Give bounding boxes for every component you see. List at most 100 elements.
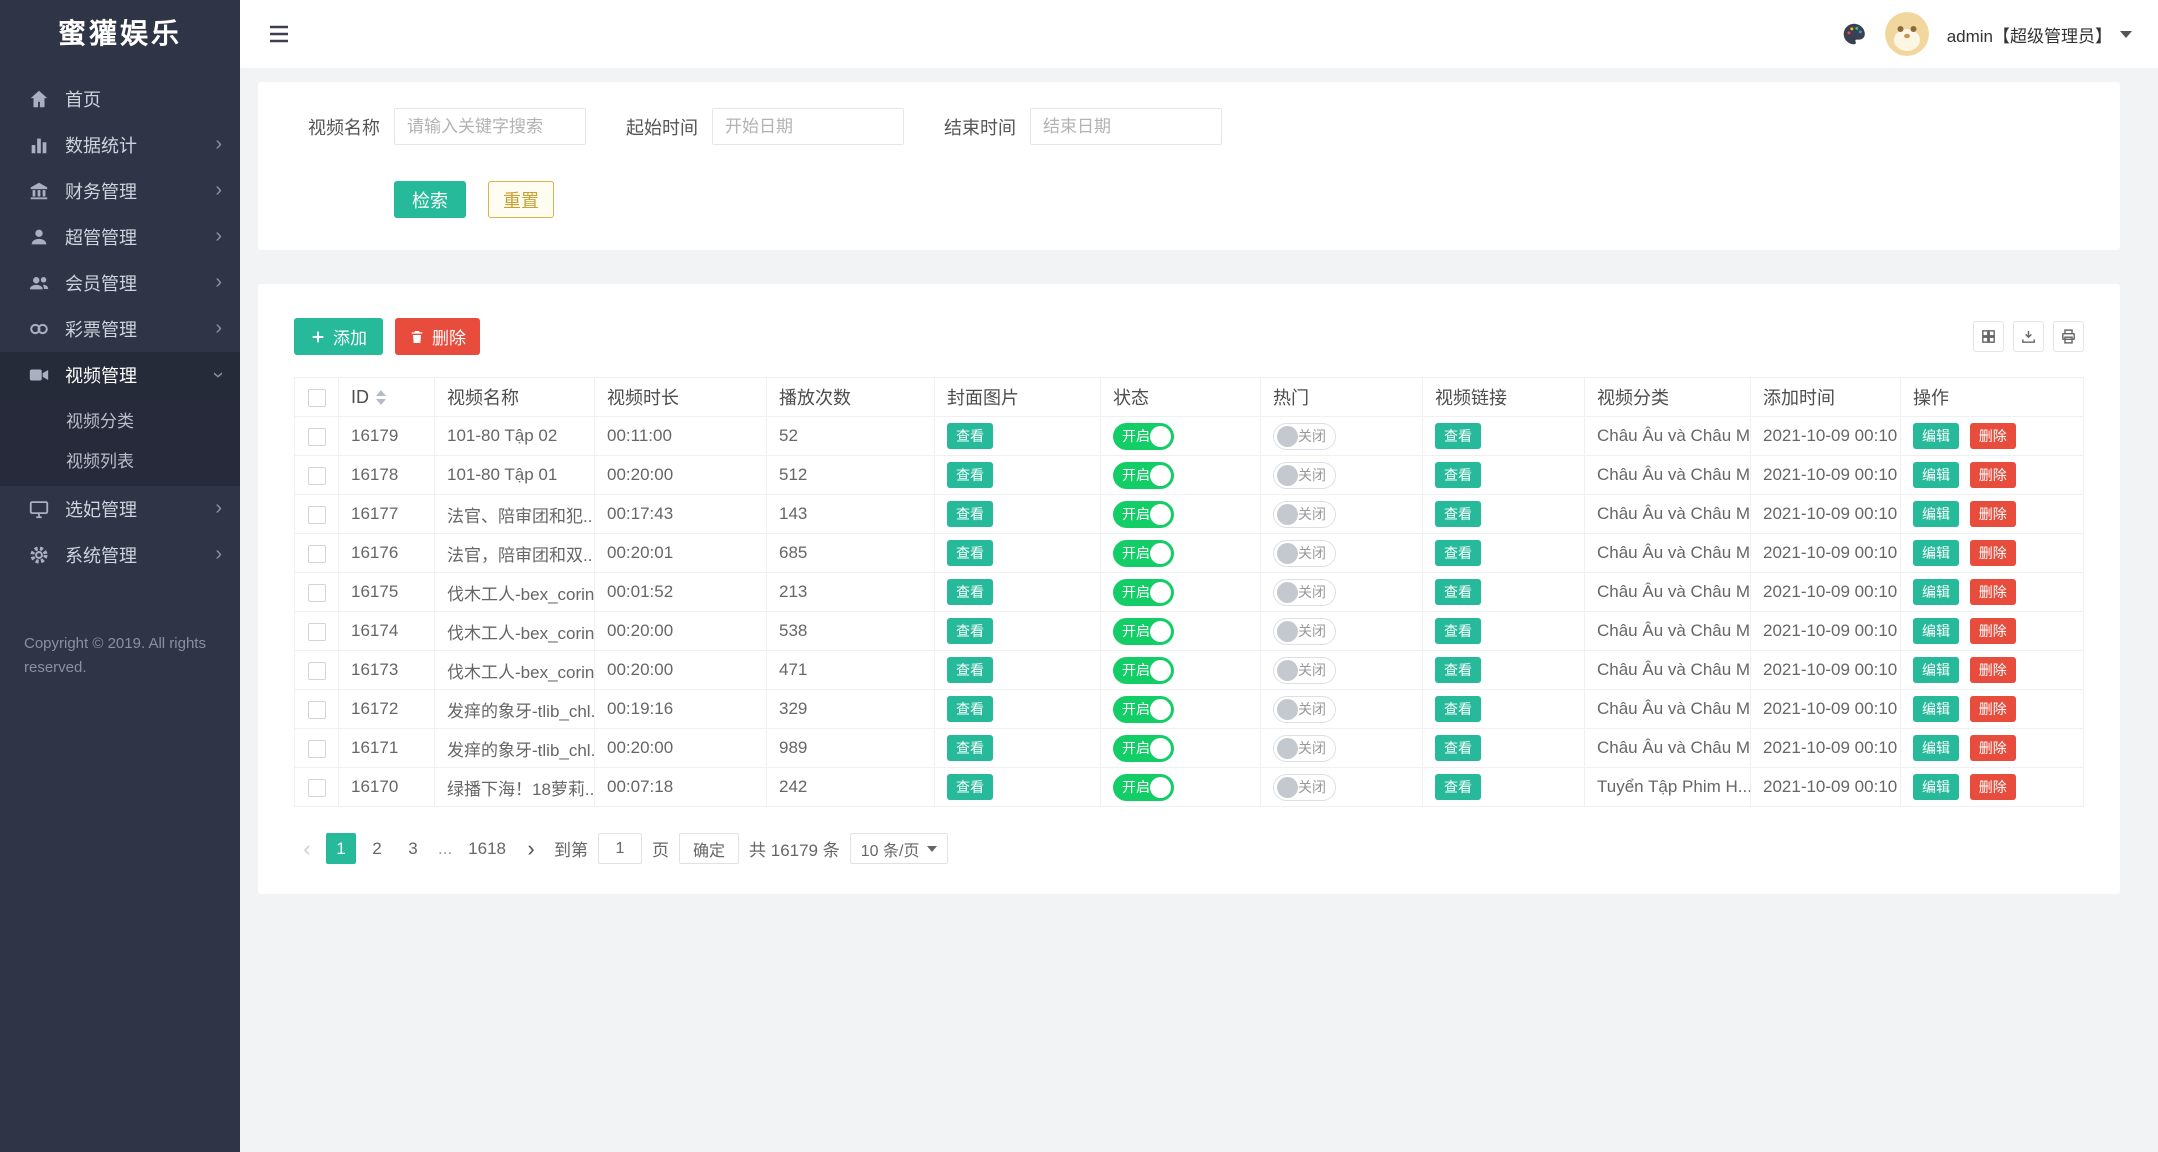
sidebar-subitem-video-category[interactable]: 视频分类 bbox=[0, 402, 240, 442]
view-link-button[interactable]: 查看 bbox=[1435, 501, 1481, 527]
view-link-button[interactable]: 查看 bbox=[1435, 462, 1481, 488]
hot-toggle[interactable]: 关闭 bbox=[1273, 422, 1336, 450]
theme-palette-icon[interactable] bbox=[1841, 21, 1867, 47]
delete-button[interactable]: 删除 bbox=[1969, 618, 2016, 644]
edit-button[interactable]: 编辑 bbox=[1913, 423, 1959, 449]
view-link-button[interactable]: 查看 bbox=[1435, 540, 1481, 566]
view-link-button[interactable]: 查看 bbox=[1435, 696, 1481, 722]
prev-page-button[interactable]: ‹ bbox=[294, 836, 320, 862]
sidebar-item-finance[interactable]: 财务管理 › bbox=[0, 168, 240, 214]
avatar[interactable] bbox=[1884, 12, 1929, 56]
edit-button[interactable]: 编辑 bbox=[1913, 462, 1959, 488]
hot-toggle[interactable]: 关闭 bbox=[1273, 500, 1336, 528]
row-checkbox[interactable] bbox=[307, 739, 326, 758]
sidebar-item-system[interactable]: 系统管理 › bbox=[0, 532, 240, 578]
status-toggle[interactable]: 开启 bbox=[1113, 539, 1174, 567]
bulk-delete-button[interactable]: 删除 bbox=[395, 318, 480, 355]
column-header-id[interactable]: ID bbox=[338, 377, 435, 417]
status-toggle[interactable]: 开启 bbox=[1113, 578, 1174, 606]
status-toggle[interactable]: 开启 bbox=[1113, 461, 1174, 489]
hot-toggle[interactable]: 关闭 bbox=[1273, 656, 1336, 684]
reset-button[interactable]: 重置 bbox=[488, 181, 554, 218]
row-checkbox[interactable] bbox=[307, 466, 326, 485]
user-menu[interactable]: admin【超级管理员】 bbox=[1947, 22, 2132, 47]
delete-button[interactable]: 删除 bbox=[1969, 501, 2016, 527]
hot-toggle[interactable]: 关闭 bbox=[1273, 695, 1336, 723]
row-checkbox[interactable] bbox=[307, 622, 326, 641]
view-cover-button[interactable]: 查看 bbox=[947, 501, 993, 527]
page-button-last[interactable]: 1618 bbox=[462, 833, 512, 864]
delete-button[interactable]: 删除 bbox=[1969, 540, 2016, 566]
view-cover-button[interactable]: 查看 bbox=[947, 540, 993, 566]
row-checkbox[interactable] bbox=[307, 583, 326, 602]
edit-button[interactable]: 编辑 bbox=[1913, 657, 1959, 683]
sidebar-item-members[interactable]: 会员管理 › bbox=[0, 260, 240, 306]
delete-button[interactable]: 删除 bbox=[1969, 423, 2016, 449]
search-button[interactable]: 检索 bbox=[394, 181, 466, 218]
delete-button[interactable]: 删除 bbox=[1969, 774, 2016, 800]
hot-toggle[interactable]: 关闭 bbox=[1273, 461, 1336, 489]
status-toggle[interactable]: 开启 bbox=[1113, 422, 1174, 450]
view-cover-button[interactable]: 查看 bbox=[947, 423, 993, 449]
row-checkbox[interactable] bbox=[307, 544, 326, 563]
row-checkbox[interactable] bbox=[307, 700, 326, 719]
status-toggle[interactable]: 开启 bbox=[1113, 773, 1174, 801]
edit-button[interactable]: 编辑 bbox=[1913, 618, 1959, 644]
hot-toggle[interactable]: 关闭 bbox=[1273, 773, 1336, 801]
sidebar-item-stats[interactable]: 数据统计 › bbox=[0, 122, 240, 168]
view-link-button[interactable]: 查看 bbox=[1435, 774, 1481, 800]
row-checkbox[interactable] bbox=[307, 505, 326, 524]
edit-button[interactable]: 编辑 bbox=[1913, 501, 1959, 527]
row-checkbox[interactable] bbox=[307, 661, 326, 680]
hot-toggle[interactable]: 关闭 bbox=[1273, 617, 1336, 645]
view-cover-button[interactable]: 查看 bbox=[947, 735, 993, 761]
status-toggle[interactable]: 开启 bbox=[1113, 500, 1174, 528]
view-cover-button[interactable]: 查看 bbox=[947, 618, 993, 644]
menu-toggle-icon[interactable] bbox=[266, 22, 296, 46]
sidebar-item-home[interactable]: 首页 bbox=[0, 76, 240, 122]
edit-button[interactable]: 编辑 bbox=[1913, 696, 1959, 722]
view-cover-button[interactable]: 查看 bbox=[947, 774, 993, 800]
edit-button[interactable]: 编辑 bbox=[1913, 735, 1959, 761]
delete-button[interactable]: 删除 bbox=[1969, 657, 2016, 683]
sidebar-item-video[interactable]: 视频管理 › bbox=[0, 352, 240, 398]
video-name-input[interactable] bbox=[394, 108, 586, 145]
end-date-input[interactable] bbox=[1030, 108, 1222, 145]
hot-toggle[interactable]: 关闭 bbox=[1273, 539, 1336, 567]
edit-button[interactable]: 编辑 bbox=[1913, 540, 1959, 566]
goto-confirm-button[interactable]: 确定 bbox=[679, 833, 740, 864]
page-button-3[interactable]: 3 bbox=[398, 833, 428, 864]
sort-icon[interactable] bbox=[376, 390, 386, 406]
delete-button[interactable]: 删除 bbox=[1969, 462, 2016, 488]
status-toggle[interactable]: 开启 bbox=[1113, 656, 1174, 684]
edit-button[interactable]: 编辑 bbox=[1913, 579, 1959, 605]
hot-toggle[interactable]: 关闭 bbox=[1273, 734, 1336, 762]
row-checkbox[interactable] bbox=[307, 427, 326, 446]
view-cover-button[interactable]: 查看 bbox=[947, 462, 993, 488]
delete-button[interactable]: 删除 bbox=[1969, 735, 2016, 761]
status-toggle[interactable]: 开启 bbox=[1113, 695, 1174, 723]
export-icon[interactable] bbox=[2013, 321, 2044, 352]
status-toggle[interactable]: 开启 bbox=[1113, 617, 1174, 645]
delete-button[interactable]: 删除 bbox=[1969, 696, 2016, 722]
row-checkbox[interactable] bbox=[307, 778, 326, 797]
print-icon[interactable] bbox=[2053, 321, 2084, 352]
start-date-input[interactable] bbox=[712, 108, 904, 145]
view-cover-button[interactable]: 查看 bbox=[947, 696, 993, 722]
view-cover-button[interactable]: 查看 bbox=[947, 657, 993, 683]
view-link-button[interactable]: 查看 bbox=[1435, 618, 1481, 644]
edit-button[interactable]: 编辑 bbox=[1913, 774, 1959, 800]
status-toggle[interactable]: 开启 bbox=[1113, 734, 1174, 762]
view-link-button[interactable]: 查看 bbox=[1435, 579, 1481, 605]
per-page-select[interactable]: 10 条/页 bbox=[849, 833, 949, 864]
goto-page-input[interactable] bbox=[598, 833, 642, 864]
view-link-button[interactable]: 查看 bbox=[1435, 735, 1481, 761]
sidebar-item-select[interactable]: 选妃管理 › bbox=[0, 486, 240, 532]
add-button[interactable]: 添加 bbox=[294, 318, 383, 355]
next-page-button[interactable]: › bbox=[518, 836, 544, 862]
select-all-checkbox[interactable] bbox=[307, 388, 326, 407]
sidebar-item-lottery[interactable]: 彩票管理 › bbox=[0, 306, 240, 352]
filter-columns-icon[interactable] bbox=[1973, 321, 2004, 352]
sidebar-subitem-video-list[interactable]: 视频列表 bbox=[0, 442, 240, 482]
page-button-1[interactable]: 1 bbox=[326, 833, 356, 864]
